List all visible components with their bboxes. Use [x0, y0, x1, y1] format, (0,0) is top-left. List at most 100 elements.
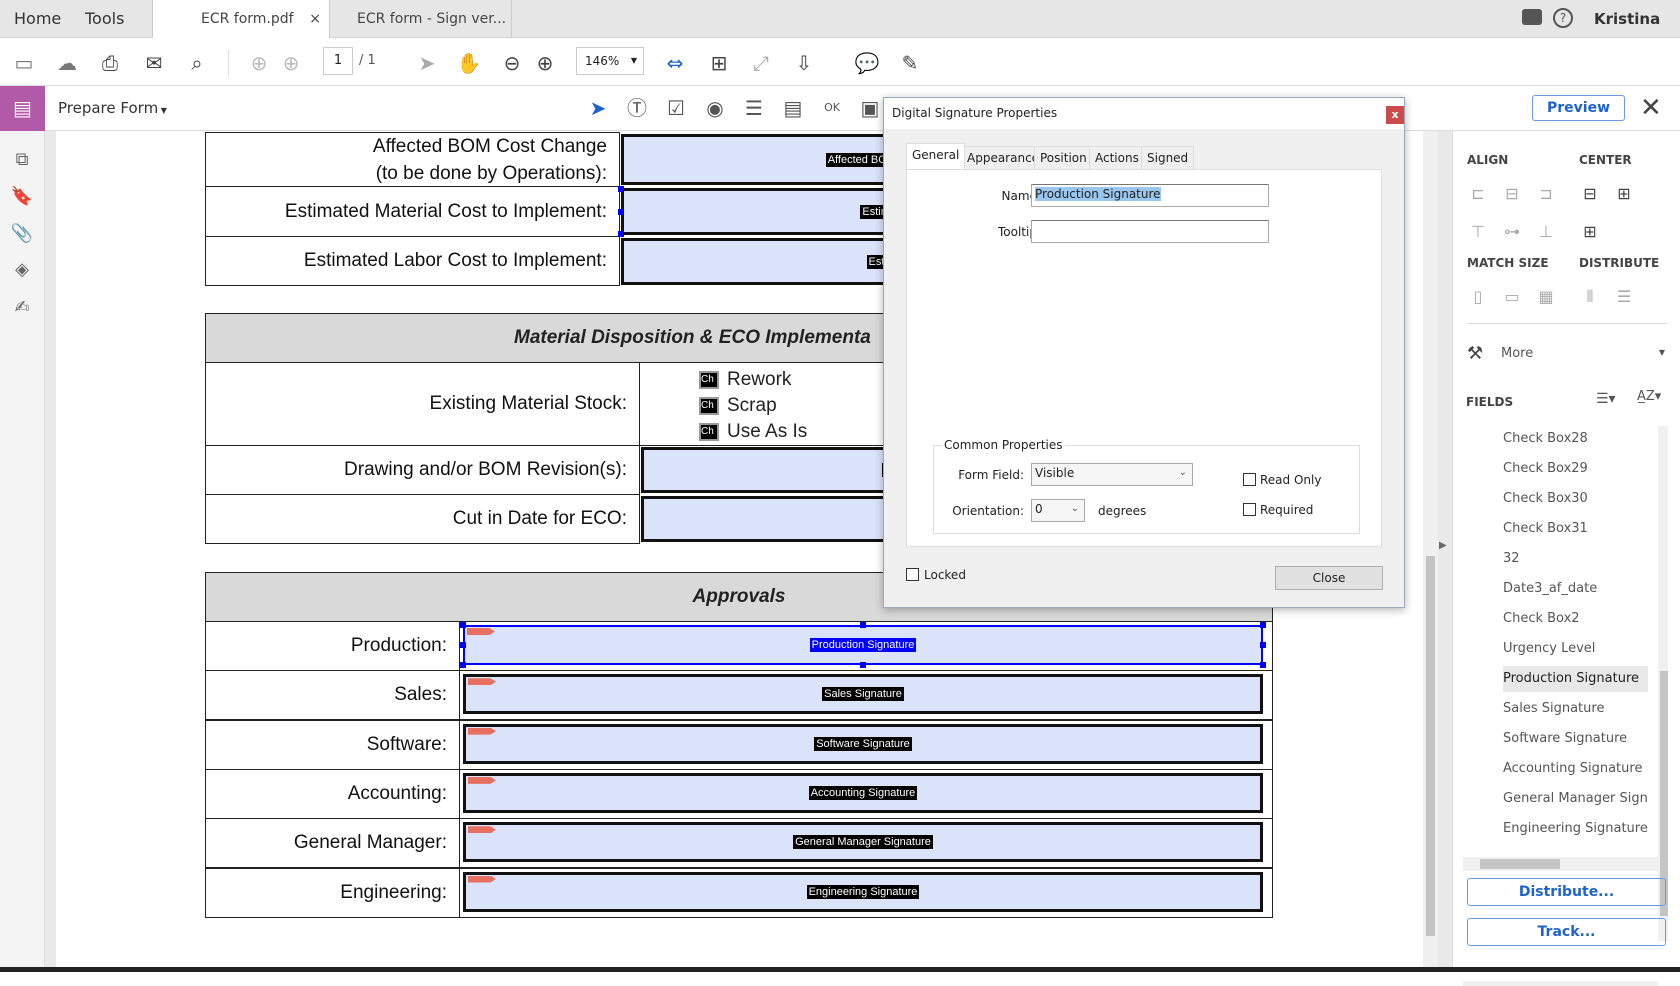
match-height-icon[interactable]: ▭ — [1501, 288, 1523, 306]
radio-button-tool-icon[interactable]: ◉ — [702, 95, 728, 121]
field-list-item[interactable]: ☑ Check Box31 — [1503, 516, 1653, 542]
signature-field[interactable]: Sales Signature — [463, 674, 1263, 715]
checkbox-tool-icon[interactable]: ☑ — [663, 95, 689, 121]
scrollbar-thumb[interactable] — [1480, 859, 1560, 869]
field-list-item[interactable]: ✍ Accounting Signature — [1503, 756, 1653, 782]
scroll-mode-icon[interactable]: ⇩ — [791, 50, 817, 76]
attachment-icon[interactable]: 📎 — [10, 223, 34, 247]
print-icon[interactable]: ⎙ — [97, 50, 123, 76]
option-scrap[interactable]: Ch Scrap — [699, 393, 898, 419]
selection-handle[interactable] — [1260, 642, 1266, 648]
sort-alpha-icon[interactable]: A̲Z▾ — [1637, 389, 1661, 404]
sign-pen-icon[interactable]: ✎ — [897, 50, 923, 76]
prepare-form-icon[interactable]: ▤ — [0, 86, 45, 131]
search-icon[interactable]: ⌕ — [184, 50, 210, 76]
tooltip-input[interactable] — [1031, 220, 1269, 243]
selection-handle[interactable] — [860, 662, 866, 668]
selection-handle[interactable] — [1260, 622, 1266, 628]
more-menu[interactable]: ⚒ More ▼ — [1467, 343, 1667, 367]
field-list-item[interactable]: ✍ General Manager Sign — [1503, 786, 1653, 812]
cloud-upload-icon[interactable]: ☁ — [54, 50, 80, 76]
sort-order-icon[interactable]: ☰▾ — [1596, 391, 1616, 407]
text-field-tool-icon[interactable]: Ⓣ — [624, 95, 650, 121]
save-icon[interactable]: ▭ — [11, 50, 37, 76]
selection-handle[interactable] — [460, 622, 466, 628]
selection-handle[interactable] — [1260, 662, 1266, 668]
full-screen-icon[interactable]: ⤢ — [748, 50, 774, 76]
zoom-in-icon[interactable]: ⊕ — [532, 50, 558, 76]
field-list-item[interactable]: ☑ Check Box30 — [1503, 486, 1653, 512]
layers-icon[interactable]: ◈ — [10, 259, 34, 283]
pages-icon[interactable]: ⧉ — [10, 149, 34, 173]
close-tab-icon[interactable]: × — [309, 0, 321, 38]
image-tool-icon[interactable]: ▣ — [857, 95, 883, 121]
fit-width-icon[interactable]: ⇔ — [662, 50, 688, 76]
field-list-item[interactable]: ▤ Urgency Level — [1503, 636, 1653, 662]
align-right-icon[interactable]: ⊐ — [1535, 185, 1557, 203]
cut-in-date-field[interactable] — [641, 496, 901, 542]
select-cursor-icon[interactable]: ➤ — [414, 50, 440, 76]
close-button[interactable]: Close — [1275, 566, 1383, 590]
selection-handle[interactable] — [460, 662, 466, 668]
doc-tab-sign-version[interactable]: ECR form - Sign ver... — [330, 0, 512, 38]
signature-pane-icon[interactable]: ✍ — [10, 297, 34, 321]
signature-field[interactable]: Production Signature — [463, 625, 1263, 665]
labor-cost-field[interactable]: Estim — [621, 238, 901, 285]
match-width-icon[interactable]: ▯ — [1467, 288, 1489, 306]
zoom-select[interactable]: 146% ▼ — [576, 47, 644, 75]
bookmark-icon[interactable]: 🔖 — [10, 186, 34, 210]
signature-field[interactable]: General Manager Signature — [463, 822, 1263, 863]
next-page-icon[interactable]: ⊕ — [278, 50, 304, 76]
tab-signed[interactable]: Signed — [1141, 146, 1195, 169]
required-checkbox[interactable] — [1243, 503, 1256, 516]
signature-field[interactable]: Accounting Signature — [463, 772, 1263, 813]
dropdown-tool-icon[interactable]: ▤ — [780, 95, 806, 121]
orientation-select[interactable]: 0 ⌄ — [1031, 499, 1085, 522]
email-icon[interactable]: ✉ — [141, 50, 167, 76]
align-left-icon[interactable]: ⊏ — [1467, 185, 1489, 203]
page-number-input[interactable]: 1 — [323, 47, 353, 75]
button-tool-icon[interactable]: OK — [819, 95, 845, 121]
fields-horizontal-scrollbar[interactable] — [1463, 857, 1658, 871]
field-list-item[interactable]: ☑ Check Box2 — [1503, 606, 1653, 632]
prepare-form-menu[interactable]: Prepare Form ▼ — [58, 86, 167, 133]
comment-icon[interactable]: 💬 — [854, 50, 880, 76]
signature-field[interactable]: Software Signature — [463, 723, 1263, 764]
selection-handle[interactable] — [618, 231, 624, 237]
name-input[interactable]: Production Signature — [1031, 184, 1269, 207]
scrollbar-thumb[interactable] — [1426, 556, 1435, 936]
signature-field[interactable]: Engineering Signature — [463, 871, 1263, 912]
option-use-as-is[interactable]: Ch Use As Is — [699, 419, 898, 445]
field-list-item[interactable]: ▦ Date3_af_date — [1503, 576, 1653, 602]
checkbox[interactable]: Ch — [699, 396, 719, 415]
drawing-revision-field[interactable]: Dr — [641, 447, 901, 493]
track-button[interactable]: Track... — [1467, 918, 1666, 946]
fields-vertical-scrollbar[interactable] — [1658, 426, 1668, 941]
doc-tab-ecr-form[interactable]: ECR form.pdf × — [152, 0, 330, 38]
locked-checkbox[interactable] — [906, 568, 919, 581]
selection-handle[interactable] — [460, 642, 466, 648]
align-top-icon[interactable]: ⊤ — [1467, 223, 1489, 241]
selection-handle[interactable] — [860, 622, 866, 628]
dialog-close-icon[interactable]: x — [1386, 106, 1404, 124]
form-field-select[interactable]: Visible ⌄ — [1031, 463, 1193, 486]
tools-tab[interactable]: Tools — [85, 0, 124, 38]
field-list-item[interactable]: ✍ Sales Signature — [1503, 696, 1653, 722]
center-vertical-icon[interactable]: ⊞ — [1613, 185, 1635, 203]
affected-bom-field[interactable]: Affected BOM — [621, 134, 901, 185]
tab-position[interactable]: Position — [1034, 146, 1093, 169]
center-both-icon[interactable]: ⊞ — [1579, 223, 1601, 241]
select-object-icon[interactable]: ➤ — [585, 95, 611, 121]
checkbox[interactable]: Ch — [699, 370, 719, 389]
preview-button[interactable]: Preview — [1532, 95, 1625, 121]
read-only-checkbox[interactable] — [1243, 473, 1256, 486]
match-both-icon[interactable]: ▦ — [1535, 288, 1557, 306]
close-tool-icon[interactable]: ✕ — [1640, 93, 1662, 123]
list-box-tool-icon[interactable]: ☰ — [741, 95, 767, 121]
distribute-horizontal-icon[interactable]: ⫴ — [1579, 288, 1601, 306]
align-middle-icon[interactable]: ⊶ — [1501, 223, 1523, 241]
previous-page-icon[interactable]: ⊕ — [246, 50, 272, 76]
checkbox[interactable]: Ch — [699, 422, 719, 441]
document-scrollbar[interactable] — [1423, 131, 1438, 968]
field-list-item[interactable]: ☑ Check Box29 — [1503, 456, 1653, 482]
